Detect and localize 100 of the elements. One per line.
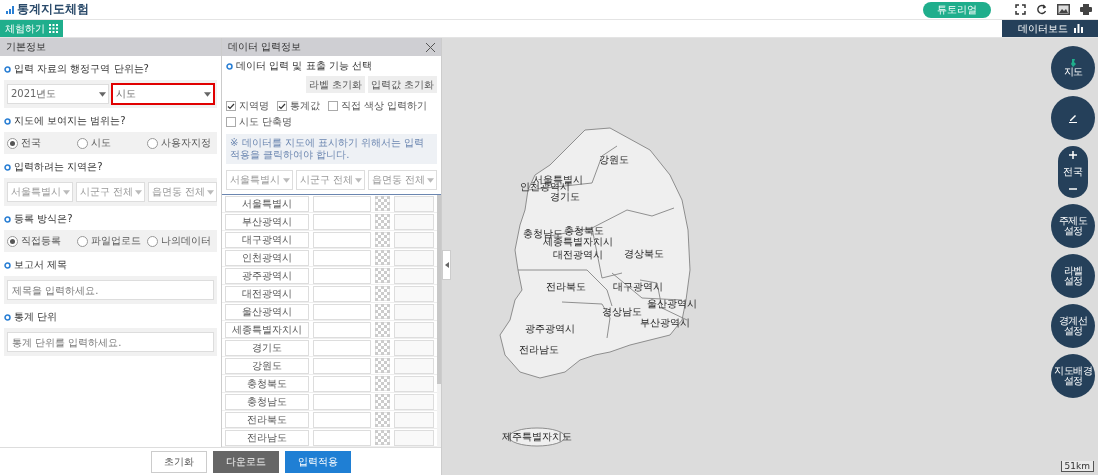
- region-name: 인천광역시: [225, 249, 309, 266]
- caret-icon: [63, 189, 70, 195]
- region-name: 전라북도: [225, 411, 309, 428]
- color-swatch[interactable]: [375, 286, 390, 301]
- fullscreen-icon[interactable]: [1015, 4, 1026, 15]
- caret-icon: [135, 189, 143, 195]
- checkbox-option[interactable]: 지역명: [226, 99, 269, 113]
- value-input[interactable]: [313, 267, 371, 284]
- bullet-icon: [4, 313, 11, 321]
- color-input[interactable]: [394, 213, 434, 230]
- color-swatch[interactable]: [375, 358, 390, 373]
- section-label: 데이터 입력 및 표출 기능 선택: [236, 59, 373, 73]
- color-swatch[interactable]: [375, 322, 390, 337]
- region-label: 경상북도: [624, 247, 664, 261]
- map-setting-button[interactable]: 주제도 설정: [1051, 204, 1095, 248]
- region-name: 충청남도: [225, 393, 309, 410]
- region-label: 경기도: [550, 191, 580, 204]
- value-input[interactable]: [313, 375, 371, 392]
- input-field[interactable]: 제목을 입력하세요.: [7, 280, 214, 300]
- value-input[interactable]: [313, 321, 371, 338]
- image-icon[interactable]: [1057, 4, 1070, 15]
- value-input[interactable]: [313, 195, 371, 212]
- color-input[interactable]: [394, 339, 434, 356]
- color-swatch[interactable]: [375, 376, 390, 391]
- footer-button[interactable]: 다운로드: [212, 450, 279, 473]
- color-swatch[interactable]: [375, 214, 390, 229]
- map-setting-button[interactable]: 지도배경 설정: [1051, 354, 1095, 398]
- radio-option[interactable]: 시도: [77, 136, 144, 150]
- region-label: 강원도: [599, 153, 629, 167]
- checkbox-option[interactable]: 통계값: [277, 99, 320, 113]
- reset-button[interactable]: 입력값 초기화: [367, 76, 437, 93]
- color-input[interactable]: [394, 375, 434, 392]
- color-input[interactable]: [394, 321, 434, 338]
- checkbox-option[interactable]: 시도 단축명: [226, 115, 293, 129]
- map-button[interactable]: 지도: [1051, 46, 1095, 90]
- footer-button[interactable]: 초기화: [150, 450, 207, 473]
- value-input[interactable]: [313, 357, 371, 374]
- region-label: 울산광역시: [647, 297, 697, 311]
- checkbox-option[interactable]: 직접 색상 입력하기: [328, 99, 428, 113]
- color-swatch[interactable]: [375, 304, 390, 319]
- value-input[interactable]: [313, 339, 371, 356]
- databoard-button[interactable]: 데이터보드: [1002, 20, 1098, 37]
- question-label: 통계 단위: [14, 310, 58, 324]
- color-input[interactable]: [394, 393, 434, 410]
- value-input[interactable]: [313, 249, 371, 266]
- notice-text: ※ 데이터를 지도에 표시하기 위해서는 입력적용을 클릭하여야 합니다.: [226, 134, 437, 164]
- bar-chart-icon: [1073, 24, 1083, 33]
- value-input[interactable]: [313, 429, 371, 446]
- bullet-icon: [4, 65, 11, 73]
- bullet-icon: [4, 215, 11, 223]
- color-swatch[interactable]: [375, 430, 390, 445]
- map-setting-button[interactable]: 라벨 설정: [1051, 254, 1095, 298]
- collapse-handle[interactable]: [442, 250, 451, 280]
- close-icon[interactable]: [426, 42, 435, 52]
- select-field[interactable]: 시도: [112, 84, 214, 104]
- region-name: 서울특별시: [225, 195, 309, 212]
- color-swatch[interactable]: [375, 412, 390, 427]
- color-swatch[interactable]: [375, 340, 390, 355]
- value-input[interactable]: [313, 213, 371, 230]
- color-swatch[interactable]: [375, 268, 390, 283]
- color-input[interactable]: [394, 303, 434, 320]
- color-swatch[interactable]: [375, 250, 390, 265]
- value-input[interactable]: [313, 411, 371, 428]
- radio-option[interactable]: 전국: [7, 136, 74, 150]
- scale-bar: 51km: [1060, 461, 1094, 472]
- radio-option[interactable]: 직접등록: [7, 234, 74, 248]
- color-swatch[interactable]: [375, 232, 390, 247]
- reset-button[interactable]: 라벨 초기화: [305, 76, 365, 93]
- zoom-in-button[interactable]: [1069, 151, 1077, 159]
- color-input[interactable]: [394, 249, 434, 266]
- color-swatch[interactable]: [375, 394, 390, 409]
- pen-button[interactable]: [1051, 96, 1095, 140]
- color-input[interactable]: [394, 285, 434, 302]
- value-input[interactable]: [313, 231, 371, 248]
- region-label: 전라남도: [519, 343, 559, 357]
- radio-option[interactable]: 사용자지정: [147, 136, 214, 150]
- color-input[interactable]: [394, 267, 434, 284]
- value-input[interactable]: [313, 393, 371, 410]
- color-input[interactable]: [394, 231, 434, 248]
- radio-option[interactable]: 나의데이터: [147, 234, 214, 248]
- input-field[interactable]: 통계 단위를 입력하세요.: [7, 332, 214, 352]
- map-setting-button[interactable]: 경계선 설정: [1051, 304, 1095, 348]
- bullet-icon: [226, 62, 233, 70]
- scrollbar-thumb[interactable]: [437, 195, 441, 384]
- region-name: 충청북도: [225, 375, 309, 392]
- caret-icon: [354, 177, 362, 183]
- value-input[interactable]: [313, 303, 371, 320]
- select-field[interactable]: 2021년도: [7, 84, 109, 104]
- refresh-icon[interactable]: [1036, 4, 1047, 15]
- zoom-out-button[interactable]: [1069, 185, 1077, 193]
- radio-option[interactable]: 파일업로드: [77, 234, 144, 248]
- color-input[interactable]: [394, 195, 434, 212]
- color-swatch[interactable]: [375, 196, 390, 211]
- question-label: 입력 자료의 행정구역 단위는?: [14, 62, 149, 76]
- color-input[interactable]: [394, 411, 434, 428]
- region-label: 대구광역시: [613, 280, 663, 294]
- footer-button[interactable]: 입력적용: [284, 450, 351, 473]
- value-input[interactable]: [313, 285, 371, 302]
- color-input[interactable]: [394, 357, 434, 374]
- color-input[interactable]: [394, 429, 434, 446]
